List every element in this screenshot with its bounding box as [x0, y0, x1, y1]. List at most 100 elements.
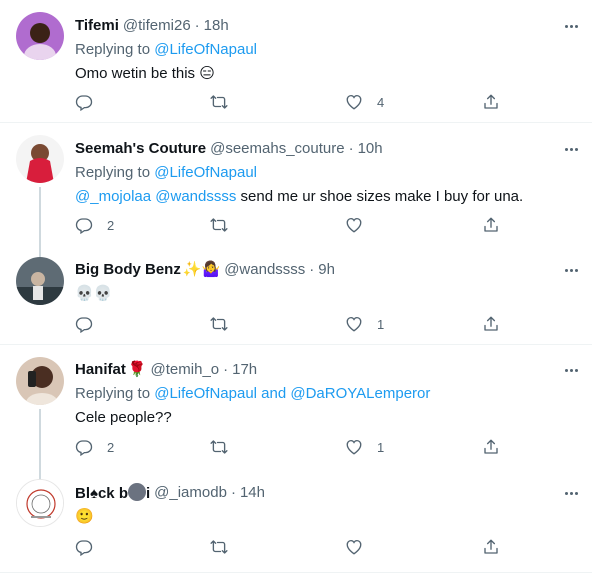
timestamp[interactable]: 9h	[318, 261, 335, 278]
avatar[interactable]	[16, 12, 64, 60]
like-button[interactable]: 1	[345, 314, 384, 334]
separator-dot: ·	[348, 139, 354, 157]
user-handle[interactable]: @seemahs_couture	[210, 140, 344, 157]
like-count: 4	[377, 94, 385, 110]
user-handle[interactable]: @_iamodb	[154, 484, 227, 501]
replies-timeline: Tifemi @tifemi26 · 18h Replying to @Life…	[0, 0, 592, 574]
avatar[interactable]	[16, 357, 64, 405]
reply-button[interactable]	[75, 92, 107, 112]
avatar[interactable]	[16, 479, 64, 527]
replying-to: Replying to @LifeOfNapaul and @DaROYALem…	[75, 385, 431, 402]
more-options-icon[interactable]	[560, 362, 582, 378]
reply-button[interactable]	[75, 537, 107, 557]
user-handle[interactable]: @temih_o	[151, 361, 220, 378]
like-icon	[345, 216, 363, 234]
reply-count: 2	[107, 217, 115, 233]
share-icon	[482, 93, 500, 111]
separator-dot: ·	[194, 16, 200, 34]
retweet-button[interactable]	[210, 215, 242, 235]
retweet-icon	[210, 438, 228, 456]
tweet-tifemi[interactable]: Tifemi @tifemi26 · 18h Replying to @Life…	[0, 0, 592, 120]
display-name[interactable]: Hanifat	[75, 361, 126, 378]
retweet-icon	[210, 538, 228, 556]
replying-to: Replying to @LifeOfNapaul	[75, 41, 257, 58]
action-bar: 2	[75, 215, 505, 235]
mention-link[interactable]: @DaROYALemperor	[290, 385, 430, 402]
share-button[interactable]	[482, 215, 500, 235]
more-options-icon[interactable]	[560, 141, 582, 157]
mention-link[interactable]: @wandssss	[155, 188, 236, 205]
share-icon	[482, 315, 500, 333]
share-icon	[482, 438, 500, 456]
more-options-icon[interactable]	[560, 485, 582, 501]
retweet-button[interactable]	[210, 537, 242, 557]
timestamp[interactable]: 10h	[358, 140, 383, 157]
thread-line	[39, 187, 41, 245]
tweet-text: @_mojolaa @wandssss send me ur shoe size…	[75, 188, 524, 205]
thread-line	[39, 245, 41, 257]
tweet-text: Omo wetin be this 😑	[75, 65, 215, 82]
action-bar: 4	[75, 92, 505, 112]
display-name[interactable]: Big Body Benz	[75, 261, 181, 278]
user-handle[interactable]: @wandssss	[224, 261, 305, 278]
reply-icon	[75, 315, 93, 333]
like-button[interactable]: 1	[345, 437, 384, 457]
like-icon	[345, 315, 363, 333]
reply-button[interactable]	[75, 314, 107, 334]
tweet-text: 🙂	[75, 508, 94, 525]
like-button[interactable]: 4	[345, 92, 384, 112]
retweet-button[interactable]	[210, 314, 242, 334]
avatar[interactable]	[16, 135, 64, 183]
retweet-icon	[210, 93, 228, 111]
name-emoji: ✨🤷‍♀️	[182, 261, 221, 278]
tweet-black-boi[interactable]: Bl♠ck bi @_iamodb · 14h 🙂	[0, 467, 592, 574]
share-icon	[482, 538, 500, 556]
retweet-icon	[210, 216, 228, 234]
thread-line	[39, 409, 41, 467]
more-options-icon[interactable]	[560, 262, 582, 278]
share-button[interactable]	[482, 92, 500, 112]
share-button[interactable]	[482, 437, 500, 457]
tweet-hanifat[interactable]: Hanifat 🌹 @temih_o · 17h Replying to @Li…	[0, 345, 592, 467]
reply-icon	[75, 93, 93, 111]
share-icon	[482, 216, 500, 234]
like-button[interactable]	[345, 537, 377, 557]
timestamp[interactable]: 14h	[240, 484, 265, 501]
reply-icon	[75, 438, 93, 456]
divider	[0, 572, 592, 573]
mention-link[interactable]: @LifeOfNapaul	[154, 41, 257, 58]
action-bar	[75, 537, 505, 557]
display-name[interactable]: Bl♠ck bi	[75, 482, 150, 502]
mention-link[interactable]: @LifeOfNapaul	[154, 385, 257, 402]
like-button[interactable]	[345, 215, 377, 235]
timestamp[interactable]: 18h	[204, 17, 229, 34]
retweet-button[interactable]	[210, 437, 242, 457]
reply-button[interactable]: 2	[75, 215, 114, 235]
tweet-seemahs-couture[interactable]: Seemah's Couture @seemahs_couture · 10h …	[0, 123, 592, 245]
avatar[interactable]	[16, 257, 64, 305]
reply-button[interactable]: 2	[75, 437, 114, 457]
reply-icon	[75, 216, 93, 234]
separator-dot: ·	[223, 360, 229, 378]
separator-dot: ·	[309, 260, 315, 278]
timestamp[interactable]: 17h	[232, 361, 257, 378]
share-button[interactable]	[482, 314, 500, 334]
tweet-text: 💀💀	[75, 285, 113, 302]
retweet-button[interactable]	[210, 92, 242, 112]
reply-icon	[75, 538, 93, 556]
mention-link[interactable]: @LifeOfNapaul	[154, 164, 257, 181]
more-options-icon[interactable]	[560, 18, 582, 34]
retweet-icon	[210, 315, 228, 333]
action-bar: 1	[75, 314, 505, 334]
face-icon	[127, 482, 146, 501]
like-icon	[345, 438, 363, 456]
like-icon	[345, 538, 363, 556]
display-name[interactable]: Tifemi	[75, 17, 119, 34]
display-name[interactable]: Seemah's Couture	[75, 140, 206, 157]
tweet-text: Cele people??	[75, 409, 172, 426]
user-handle[interactable]: @tifemi26	[123, 17, 191, 34]
tweet-big-body-benz[interactable]: Big Body Benz ✨🤷‍♀️ @wandssss · 9h 💀💀 1	[0, 245, 592, 345]
reply-count: 2	[107, 439, 115, 455]
share-button[interactable]	[482, 537, 500, 557]
mention-link[interactable]: @_mojolaa	[75, 188, 151, 205]
